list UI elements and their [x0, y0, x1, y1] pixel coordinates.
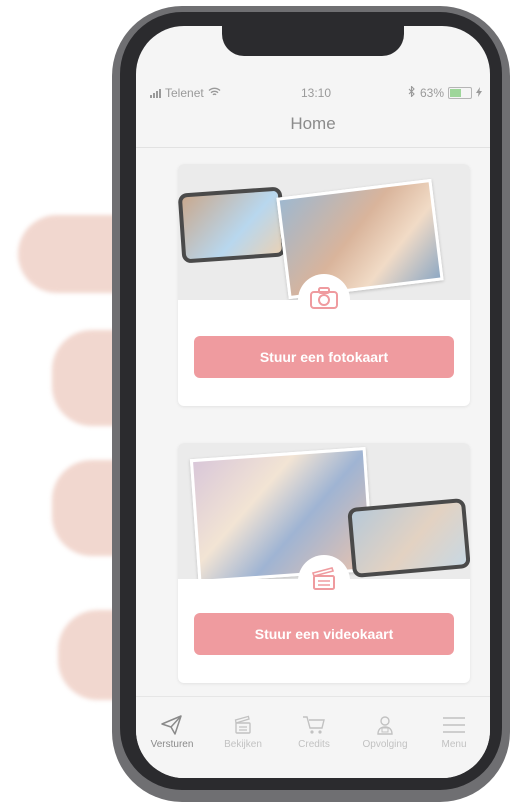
- camera-badge: [298, 274, 350, 326]
- tab-versturen[interactable]: Versturen: [142, 715, 202, 750]
- bottom-tab-bar: Versturen Bekijken Credits Opvolging Men…: [136, 696, 490, 778]
- battery-percent: 63%: [419, 86, 444, 100]
- photo-card: Stuur een fotokaart: [178, 164, 470, 406]
- tab-versturen-label: Versturen: [150, 739, 194, 750]
- tab-opvolging[interactable]: Opvolging: [355, 715, 415, 750]
- status-bar: Telenet 13:10 63%: [150, 85, 482, 102]
- tab-menu[interactable]: Menu: [424, 715, 484, 750]
- tab-opvolging-label: Opvolging: [362, 739, 408, 750]
- app-screen: Telenet 13:10 63% Home Stuur een fotokaa…: [136, 26, 490, 778]
- bluetooth-icon: [408, 85, 416, 100]
- phone-video-illustration: [347, 497, 470, 579]
- tab-bekijken[interactable]: Bekijken: [213, 715, 273, 750]
- party-photo: [189, 447, 375, 579]
- tab-credits[interactable]: Credits: [284, 715, 344, 750]
- tab-menu-label: Menu: [441, 739, 467, 750]
- send-videocard-button[interactable]: Stuur een videokaart: [194, 613, 454, 655]
- clapperboard-badge: [298, 555, 350, 607]
- charging-icon: [476, 86, 482, 100]
- paper-plane-icon: [142, 715, 202, 735]
- page-title: Home: [290, 114, 336, 133]
- video-card: Stuur een videokaart: [178, 443, 470, 683]
- clapperboard-icon: [311, 566, 337, 596]
- battery-icon: [448, 87, 472, 99]
- tab-bekijken-label: Bekijken: [224, 739, 262, 750]
- person-icon: [355, 715, 415, 735]
- phone-photo-illustration: [178, 186, 287, 264]
- camera-icon: [309, 286, 339, 315]
- send-photocard-button[interactable]: Stuur een fotokaart: [194, 336, 454, 378]
- phone-notch: [222, 26, 404, 56]
- tab-credits-label: Credits: [298, 739, 330, 750]
- film-clapper-icon: [213, 715, 273, 735]
- hamburger-icon: [424, 715, 484, 735]
- shopping-cart-icon: [284, 715, 344, 735]
- family-photo: [276, 178, 444, 300]
- header-divider: [136, 147, 490, 148]
